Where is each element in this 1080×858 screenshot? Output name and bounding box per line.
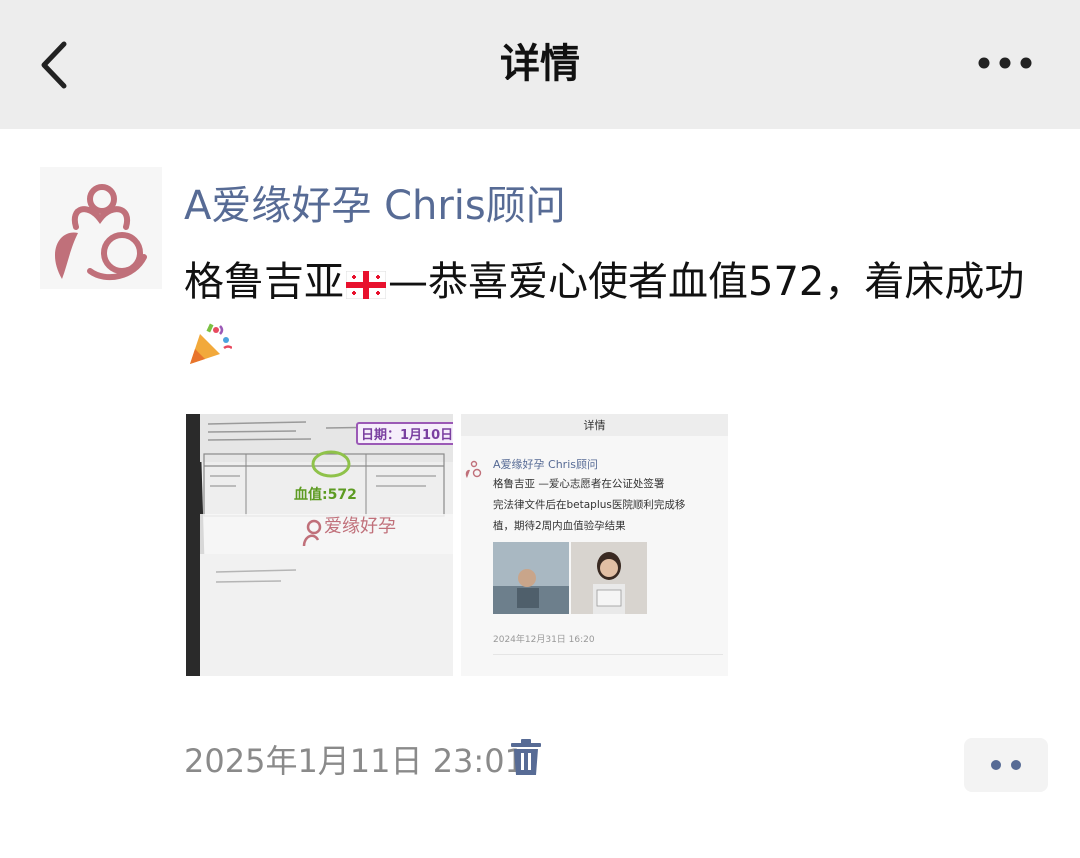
post-photo-1[interactable]: 日期：1月10日 血值:572 爱缘好孕 (186, 414, 453, 676)
report-photo-graphic (200, 414, 453, 676)
thumb-photo-left (493, 542, 569, 614)
report-value-label: 血值:572 (294, 487, 357, 503)
report-date-stamp: 日期：1月10日 (356, 422, 453, 445)
delete-button[interactable] (508, 738, 544, 778)
post-text: 格鲁吉亚 —恭喜爱心使者血值572，着床成功 (184, 251, 1054, 387)
post-photo-2[interactable]: 详情 A爱缘好孕 Chris顾问 格鲁吉亚 —爱心志愿者在公证处签署 完法律文件… (461, 414, 728, 676)
thumb-header-title: 详情 (583, 419, 606, 432)
more-button[interactable] (972, 48, 1038, 78)
thumb-photo-right-graphic (571, 542, 647, 614)
comment-more-icon (991, 760, 1021, 770)
post-text-part2: —恭喜爱心使者血值572，着床成功 (388, 259, 1025, 305)
thumb-divider (493, 654, 723, 655)
thumb-author: A爱缘好孕 Chris顾问 (493, 458, 598, 471)
thumb-photo-right (571, 542, 647, 614)
report-logo-text: 爱缘好孕 (324, 516, 396, 537)
trash-icon (511, 739, 541, 775)
georgia-flag-icon (345, 255, 387, 318)
comment-button[interactable] (964, 738, 1048, 792)
post-timestamp: 2025年1月11日 23:01 (184, 742, 525, 780)
top-bar: 详情 (0, 0, 1080, 129)
party-popper-icon (186, 322, 233, 387)
thumb-avatar (463, 458, 485, 480)
thumb-text-line-3: 植，期待2周内血值验孕结果 (493, 520, 626, 532)
brand-logo-icon (54, 184, 147, 281)
avatar[interactable] (40, 167, 162, 289)
thumb-photo-left-graphic (493, 542, 569, 614)
thumb-logo-icon (465, 460, 482, 478)
thumb-timestamp: 2024年12月31日 16:20 (493, 635, 595, 645)
author-name[interactable]: A爱缘好孕 Chris顾问 (184, 178, 566, 234)
post-text-part1: 格鲁吉亚 (184, 259, 344, 305)
page-title: 详情 (500, 41, 580, 87)
thumb-text-line-1: 格鲁吉亚 —爱心志愿者在公证处签署 (493, 478, 665, 490)
more-horizontal-icon (978, 57, 1032, 69)
thumb-text-line-2: 完法律文件后在betaplus医院顺利完成移 (493, 499, 686, 511)
